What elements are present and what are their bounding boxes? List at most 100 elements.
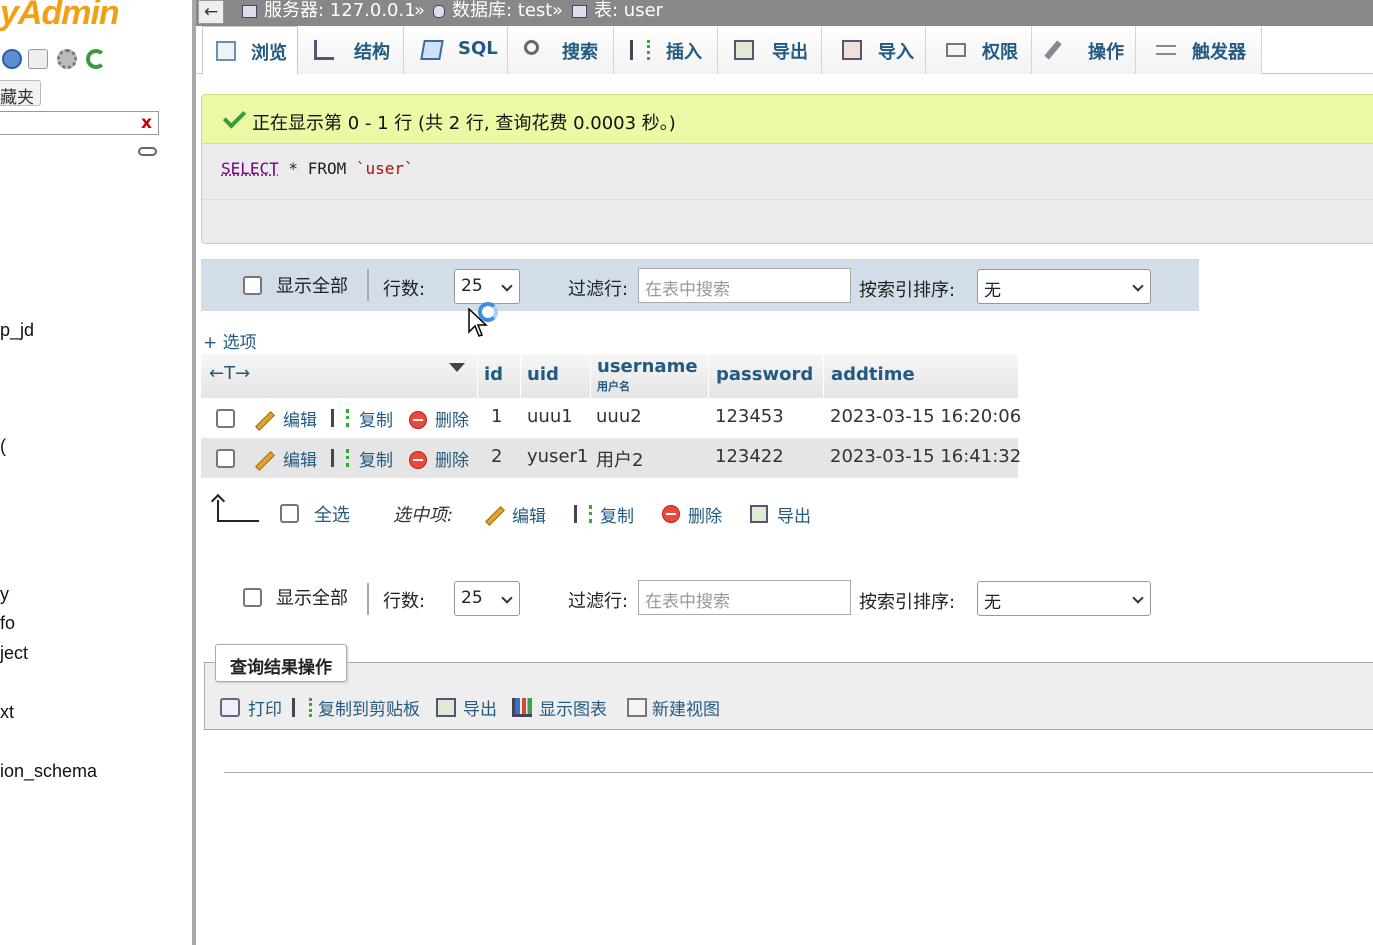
tab-operations[interactable]: 操作 [1032,26,1136,74]
reload-icon[interactable] [86,49,106,69]
phpmyadmin-logo[interactable]: yAdmin [0,0,120,33]
export-icon[interactable] [436,698,456,717]
rows-select[interactable]: 25 [454,269,520,304]
cell-password[interactable]: 123422 [715,446,784,467]
pencil-icon[interactable] [255,411,275,431]
filter-rows-input[interactable]: 在表中搜索 [638,580,851,615]
tab-export[interactable]: 导出 [718,26,822,74]
column-header-addtime[interactable]: addtime [823,354,1018,398]
copy-link[interactable]: 复制 [359,406,393,431]
breadcrumb-database[interactable]: 数据库: test [452,0,552,22]
delete-icon[interactable] [409,411,427,429]
pencil-icon[interactable] [485,506,505,526]
docs-icon[interactable] [28,49,48,69]
export-link[interactable]: 导出 [463,695,497,720]
tab-structure[interactable]: 结构 [298,26,404,74]
tab-import[interactable]: 导入 [822,26,926,74]
navigation-filter-input[interactable] [0,111,159,135]
delete-icon[interactable] [662,505,680,523]
rows-select[interactable]: 25 [454,581,520,616]
options-link[interactable]: + 选项 [203,328,257,353]
cell-password[interactable]: 123453 [715,406,784,427]
create-view-link[interactable]: 新建视图 [652,695,720,720]
link-icon[interactable] [138,147,157,156]
bulk-edit-button[interactable]: 编辑 [512,502,546,527]
delete-link[interactable]: 删除 [435,406,469,431]
copy-to-clipboard-link[interactable]: 复制到剪贴板 [318,695,420,720]
column-header-username[interactable]: username 用户名 [590,354,708,398]
bulk-copy-button[interactable]: 复制 [600,502,634,527]
database-item[interactable]: y [0,584,9,605]
copy-link[interactable]: 复制 [359,446,393,471]
column-resize-arrows[interactable]: ←T→ [209,363,250,384]
settings-gear-icon[interactable] [57,49,77,69]
loading-spinner-icon [478,302,498,322]
bulk-export-button[interactable]: 导出 [777,502,811,527]
show-all-checkbox[interactable] [243,276,262,295]
cell-uid[interactable]: yuser1 [527,446,588,467]
create-view-icon[interactable] [627,698,647,717]
tab-search[interactable]: 搜索 [508,26,614,74]
tab-browse[interactable]: 浏览 [202,26,298,75]
chart-icon[interactable] [512,698,532,717]
row-checkbox[interactable] [216,449,235,468]
database-item[interactable]: xt [0,702,14,723]
breadcrumb-server[interactable]: 服务器: 127.0.0.1 [264,0,416,22]
pencil-icon[interactable] [255,451,275,471]
cell-username[interactable]: uuu2 [596,406,642,427]
database-item[interactable]: p_jd [0,320,34,341]
panel-resizer[interactable] [192,0,196,945]
breadcrumb-table[interactable]: 表: user [594,0,663,22]
column-header-id[interactable]: id [477,354,520,398]
chevron-down-icon [1132,592,1144,604]
copy-icon[interactable] [331,409,349,427]
tab-sql[interactable]: SQL [404,26,508,74]
with-selected-label: 选中项: [393,505,454,526]
chevron-down-icon [1132,280,1144,292]
column-header-password[interactable]: password [708,354,823,398]
cell-id[interactable]: 2 [491,446,502,467]
sort-by-key-select[interactable]: 无 [977,581,1151,616]
collapse-nav-button[interactable]: ← [198,0,224,24]
favorites-button[interactable]: 藏夹 [0,80,41,108]
sort-by-key-select[interactable]: 无 [977,269,1151,304]
export-icon[interactable] [750,505,768,523]
database-item[interactable]: fo [0,613,15,634]
column-header-uid[interactable]: uid [520,354,590,398]
row-checkbox[interactable] [216,409,235,428]
copy-icon[interactable] [292,698,312,717]
tab-label: SQL [458,38,498,59]
show-all-label[interactable]: 显示全部 [276,272,348,298]
show-all-label[interactable]: 显示全部 [276,584,348,610]
database-item[interactable]: ject [0,643,28,664]
delete-link[interactable]: 删除 [435,446,469,471]
filter-rows-input[interactable]: 在表中搜索 [638,268,851,303]
help-icon[interactable] [2,49,22,69]
select-all-label[interactable]: 全选 [314,501,350,527]
column-label: addtime [831,364,915,385]
tab-bar: 浏览 结构 SQL 搜索 插入 导出 导入 权限 操作 触发器 [196,26,1373,75]
print-icon[interactable] [220,698,240,717]
edit-link[interactable]: 编辑 [283,406,317,431]
cell-username[interactable]: 用户2 [596,446,643,472]
cell-addtime[interactable]: 2023-03-15 16:20:06 [830,406,1021,427]
tab-insert[interactable]: 插入 [614,26,718,74]
select-all-checkbox[interactable] [280,504,299,523]
bulk-delete-button[interactable]: 删除 [688,502,722,527]
show-all-checkbox[interactable] [243,588,262,607]
clear-filter-icon[interactable]: x [141,113,152,133]
tab-triggers[interactable]: 触发器 [1136,26,1262,74]
copy-icon[interactable] [574,505,592,523]
cell-uid[interactable]: uuu1 [527,406,573,427]
cell-addtime[interactable]: 2023-03-15 16:41:32 [830,446,1021,467]
display-chart-link[interactable]: 显示图表 [539,695,607,720]
cell-id[interactable]: 1 [491,406,502,427]
database-item[interactable]: ion_schema [0,761,97,782]
print-link[interactable]: 打印 [248,695,282,720]
edit-link[interactable]: 编辑 [283,446,317,471]
copy-icon[interactable] [331,449,349,467]
sql-keyword[interactable]: SELECT [221,159,279,178]
tab-privileges[interactable]: 权限 [926,26,1032,74]
sort-dropdown-icon[interactable] [449,363,465,372]
delete-icon[interactable] [409,451,427,469]
